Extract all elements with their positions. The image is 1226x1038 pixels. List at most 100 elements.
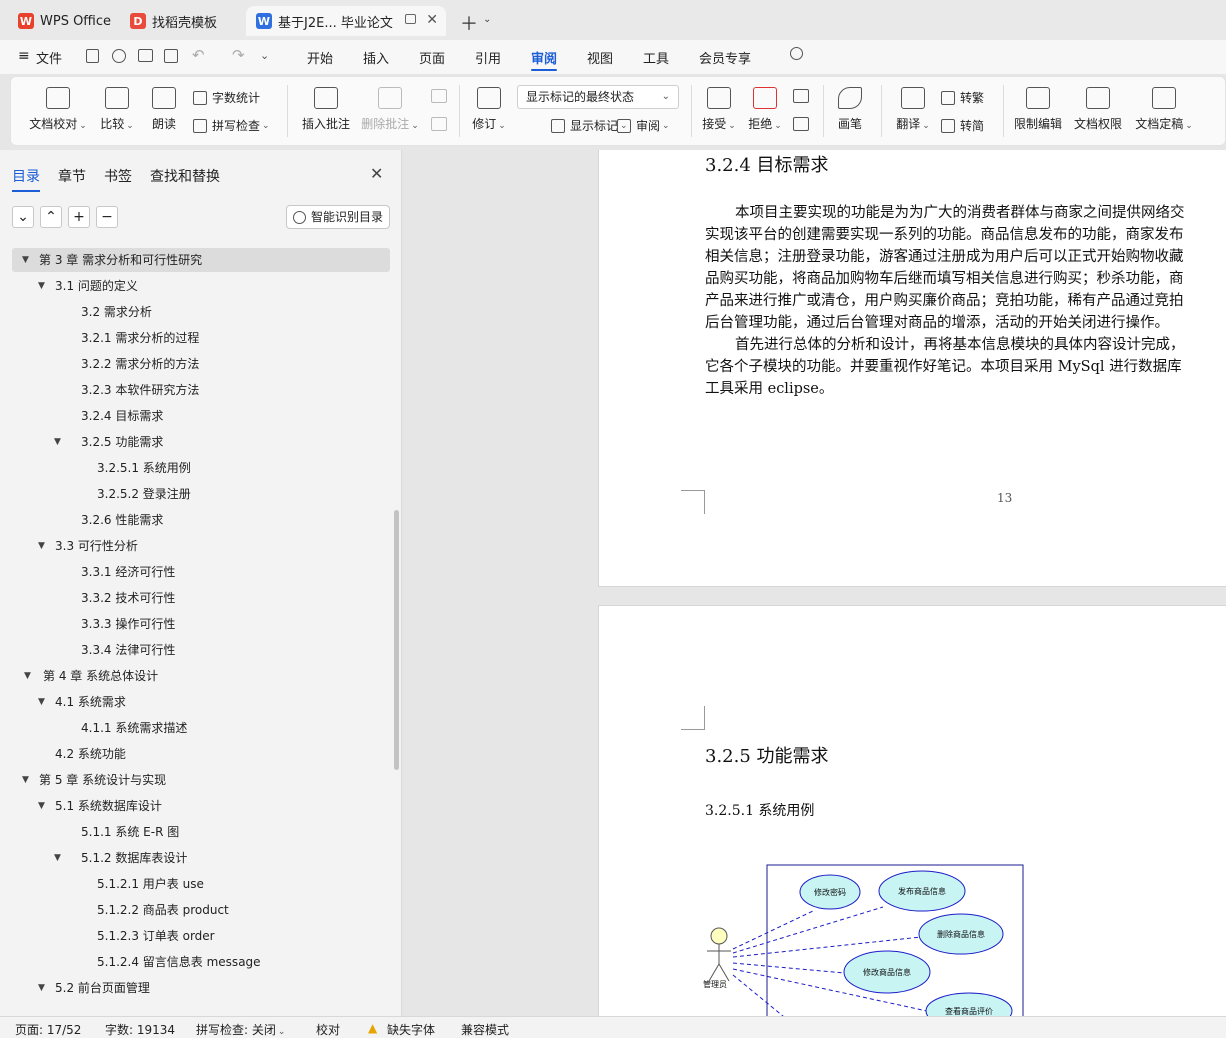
tab-docer-templates[interactable]: D 找稻壳模板: [120, 6, 242, 36]
toc-item[interactable]: 3.2.4 目标需求: [12, 404, 390, 428]
toc-item[interactable]: 5.1.1 系统 E-R 图: [12, 820, 390, 844]
toc-item[interactable]: 3.2.5.1 系统用例: [12, 456, 390, 480]
pen-button[interactable]: 画笔: [835, 87, 865, 132]
compare-button[interactable]: 比较 ⌄: [97, 87, 137, 132]
doc-finalize-button[interactable]: 文档定稿 ⌄: [1133, 87, 1195, 132]
toc-item[interactable]: ▼ 4.1 系统需求: [12, 690, 390, 714]
toc-item[interactable]: ▼ 第 4 章 系统总体设计: [12, 664, 390, 688]
toc-item[interactable]: 5.1.2.3 订单表 order: [12, 924, 390, 948]
window-icon[interactable]: [405, 14, 416, 24]
toc-item[interactable]: ▼ 3.2.5 功能需求: [12, 430, 390, 454]
collapse-up-button[interactable]: ⌃: [40, 206, 62, 228]
toc-item[interactable]: 3.3.4 法律可行性: [12, 638, 390, 662]
to-traditional-button[interactable]: 转繁: [941, 89, 984, 106]
restrict-edit-button[interactable]: 限制编辑: [1013, 87, 1063, 132]
previous-change-icon[interactable]: [793, 89, 809, 103]
delete-comment-button[interactable]: 删除批注 ⌄: [359, 87, 421, 132]
previous-comment-icon[interactable]: [431, 89, 447, 103]
expand-arrow-icon[interactable]: ▼: [38, 794, 45, 818]
collapse-down-button[interactable]: ⌄: [12, 206, 34, 228]
expand-arrow-icon[interactable]: ▼: [22, 768, 29, 792]
toc-item[interactable]: 3.2 需求分析: [12, 300, 390, 324]
markup-state-select[interactable]: 显示标记的最终状态 ⌄: [517, 85, 679, 109]
toc-item[interactable]: 3.3.3 操作可行性: [12, 612, 390, 636]
close-panel-icon[interactable]: ✕: [370, 164, 383, 183]
next-comment-icon[interactable]: [431, 117, 447, 131]
toc-item[interactable]: ▼ 第 3 章 需求分析和可行性研究: [12, 248, 390, 272]
word-count-button[interactable]: 字数统计: [193, 89, 260, 106]
tab-find-replace[interactable]: 查找和替换: [150, 166, 220, 186]
expand-arrow-icon[interactable]: ▼: [38, 274, 45, 298]
print-preview-icon[interactable]: [164, 49, 178, 63]
track-changes-button[interactable]: 修订 ⌄: [469, 87, 509, 132]
expand-arrow-icon[interactable]: ▼: [24, 664, 31, 688]
word-count-indicator[interactable]: 字数: 19134: [105, 1021, 175, 1038]
redo-icon[interactable]: ↷: [232, 46, 245, 64]
tab-chapters[interactable]: 章节: [58, 166, 86, 186]
menu-member[interactable]: 会员专享: [699, 48, 751, 67]
menu-review[interactable]: 审阅: [531, 48, 558, 71]
toc-item[interactable]: 5.1.2.4 留言信息表 message: [12, 950, 390, 974]
expand-arrow-icon[interactable]: ▼: [38, 534, 45, 558]
toc-item[interactable]: 4.1.1 系统需求描述: [12, 716, 390, 740]
hamburger-icon[interactable]: ≡: [18, 48, 30, 64]
toc-item[interactable]: 3.2.2 需求分析的方法: [12, 352, 390, 376]
doc-proofread-button[interactable]: 文档校对 ⌄: [29, 87, 87, 132]
menu-insert[interactable]: 插入: [363, 48, 389, 67]
document-page[interactable]: 3.2.4 目标需求 本项目主要实现的功能是为为广大的消费者群体与商家之间提供网…: [598, 150, 1226, 587]
tab-wps-office[interactable]: W WPS Office: [8, 6, 116, 36]
chevron-down-icon[interactable]: ⌄: [483, 14, 491, 25]
toc-item[interactable]: 3.2.6 性能需求: [12, 508, 390, 532]
expand-arrow-icon[interactable]: ▼: [38, 690, 45, 714]
proofread-indicator[interactable]: 校对: [316, 1021, 340, 1038]
menu-references[interactable]: 引用: [475, 48, 501, 67]
smart-toc-button[interactable]: 智能识别目录: [286, 205, 390, 229]
next-change-icon[interactable]: [793, 117, 809, 131]
toc-item[interactable]: ▼ 3.1 问题的定义: [12, 274, 390, 298]
toc-item[interactable]: ▼ 5.2 前台页面管理: [12, 976, 390, 1000]
menu-file[interactable]: 文件: [36, 48, 62, 67]
toc-item[interactable]: ▼ 5.1.2 数据库表设计: [12, 846, 390, 870]
new-tab-icon[interactable]: ＋: [460, 10, 478, 36]
toc-item[interactable]: 4.2 系统功能: [12, 742, 390, 766]
to-simplified-button[interactable]: 转简: [941, 117, 984, 134]
toc-item[interactable]: 3.3.1 经济可行性: [12, 560, 390, 584]
read-aloud-button[interactable]: 朗读: [149, 87, 179, 132]
page-indicator[interactable]: 页面: 17/52: [15, 1021, 81, 1038]
toc-item[interactable]: 3.3.2 技术可行性: [12, 586, 390, 610]
doc-rights-button[interactable]: 文档权限: [1073, 87, 1123, 132]
menu-page[interactable]: 页面: [419, 48, 445, 67]
menu-home[interactable]: 开始: [307, 48, 333, 67]
document-page[interactable]: 3.2.5 功能需求 3.2.5.1 系统用例 管理员 修改密码 发布商品信息 …: [598, 605, 1226, 1016]
remove-heading-button[interactable]: −: [96, 206, 118, 228]
missing-font-indicator[interactable]: 缺失字体: [387, 1021, 435, 1038]
expand-arrow-icon[interactable]: ▼: [38, 976, 45, 1000]
translate-button[interactable]: 翻译 ⌄: [893, 87, 933, 132]
tab-toc[interactable]: 目录: [12, 166, 40, 192]
panel-scrollbar[interactable]: [394, 510, 399, 770]
toc-item[interactable]: ▼ 第 5 章 系统设计与实现: [12, 768, 390, 792]
more-chevron-icon[interactable]: ⌄: [260, 49, 269, 62]
toc-item[interactable]: 3.2.5.2 登录注册: [12, 482, 390, 506]
toc-item[interactable]: ▼ 3.3 可行性分析: [12, 534, 390, 558]
accept-button[interactable]: 接受 ⌄: [699, 87, 739, 132]
add-heading-button[interactable]: +: [68, 206, 90, 228]
save-icon[interactable]: [86, 49, 99, 63]
share-icon[interactable]: [112, 49, 126, 63]
tab-bookmarks[interactable]: 书签: [104, 166, 132, 186]
expand-arrow-icon[interactable]: ▼: [22, 248, 29, 272]
menu-tools[interactable]: 工具: [643, 48, 669, 67]
toc-item[interactable]: ▼ 5.1 系统数据库设计: [12, 794, 390, 818]
spell-check-button[interactable]: 拼写检查 ⌄: [193, 117, 270, 134]
print-icon[interactable]: [138, 49, 153, 62]
review-pane-button[interactable]: 审阅 ⌄: [617, 117, 670, 134]
search-icon[interactable]: [790, 47, 803, 60]
reject-button[interactable]: 拒绝 ⌄: [745, 87, 785, 132]
toc-item[interactable]: 5.1.2.2 商品表 product: [12, 898, 390, 922]
tab-thesis-document[interactable]: W 基于J2E... 毕业论文 ✕: [246, 6, 446, 36]
insert-comment-button[interactable]: 插入批注: [299, 87, 353, 132]
undo-icon[interactable]: ↶: [192, 46, 205, 64]
expand-arrow-icon[interactable]: ▼: [54, 846, 61, 870]
expand-arrow-icon[interactable]: ▼: [54, 430, 61, 454]
spell-check-indicator[interactable]: 拼写检查: 关闭 ⌄: [196, 1021, 285, 1038]
